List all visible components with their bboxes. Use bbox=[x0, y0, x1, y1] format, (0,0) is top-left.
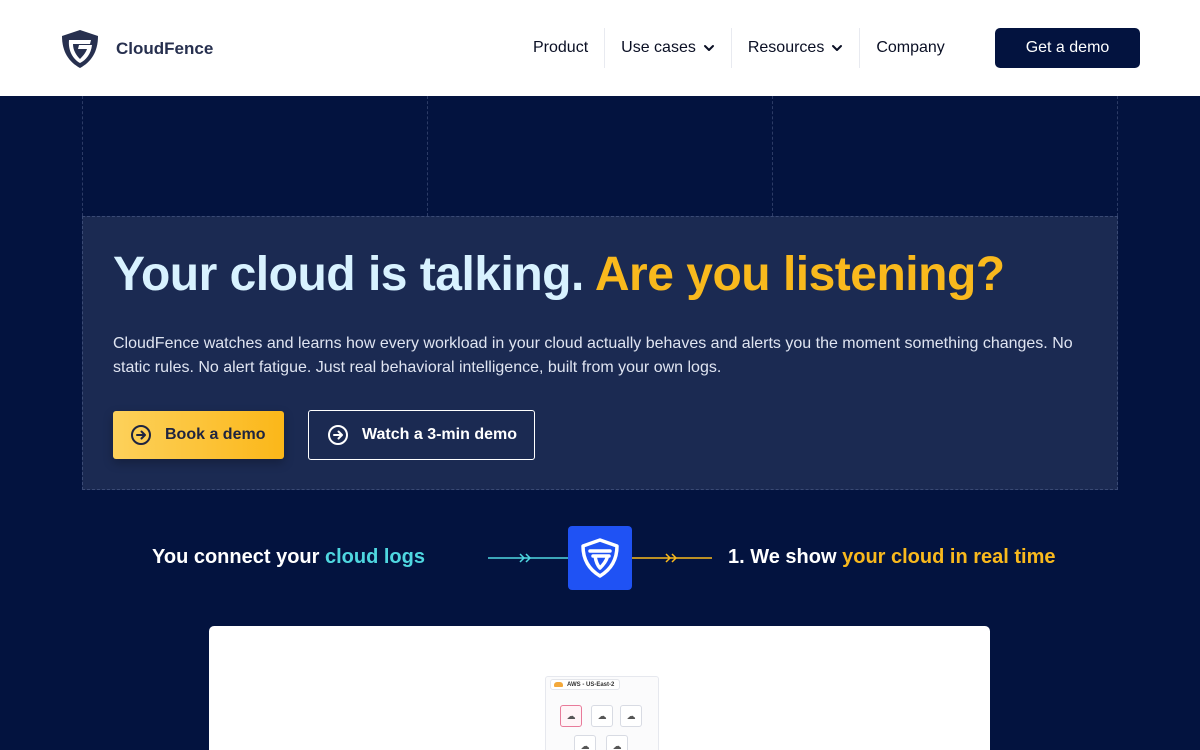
grid-line bbox=[1117, 96, 1118, 216]
flow-step-show: 1. We show your cloud in real time bbox=[728, 546, 1056, 569]
get-a-demo-button[interactable]: Get a demo bbox=[995, 28, 1140, 68]
arrow-circle-icon bbox=[328, 425, 348, 445]
chevron-down-icon bbox=[703, 45, 714, 51]
nav-item-use-cases[interactable]: Use cases bbox=[605, 28, 732, 68]
nav-item-company[interactable]: Company bbox=[860, 28, 960, 68]
cloudfence-badge bbox=[568, 526, 632, 590]
button-label: Book a demo bbox=[165, 426, 266, 443]
region-tag: AWS - US-East-2 bbox=[550, 679, 621, 690]
nav-item-label: Use cases bbox=[621, 39, 696, 56]
watch-demo-button[interactable]: Watch a 3-min demo bbox=[308, 410, 535, 460]
grid-line bbox=[772, 96, 773, 216]
workload-node: ☁ bbox=[606, 735, 628, 750]
site-header: CloudFence Product Use cases Resources C… bbox=[0, 0, 1200, 96]
book-a-demo-button[interactable]: Book a demo bbox=[113, 411, 284, 459]
workload-node: ☁ bbox=[574, 735, 596, 750]
hero-subtext: CloudFence watches and learns how every … bbox=[113, 335, 1073, 376]
nav-item-label: Product bbox=[533, 39, 589, 56]
headline-part-2: Are you listening? bbox=[594, 248, 1005, 301]
button-label: Watch a 3-min demo bbox=[362, 426, 517, 443]
nav-item-label: Resources bbox=[747, 39, 825, 56]
headline-part-1: Your cloud is talking. bbox=[113, 248, 584, 301]
flow-right-highlight: your cloud in real time bbox=[842, 546, 1056, 568]
cloudfence-shield-icon bbox=[62, 30, 98, 68]
nav-item-label: Company bbox=[876, 39, 945, 56]
nav-item-resources[interactable]: Resources bbox=[732, 28, 861, 68]
region-label: AWS - US-East-2 bbox=[567, 682, 615, 688]
grid-line bbox=[82, 96, 83, 216]
workload-node: ☁ bbox=[591, 705, 613, 727]
hero-panel: Your cloud is talking. Are you listening… bbox=[82, 216, 1118, 490]
cloudfence-shield-icon bbox=[581, 538, 619, 578]
main-nav: Product Use cases Resources Company bbox=[517, 28, 961, 68]
flow-right-text: 1. We show bbox=[728, 546, 843, 568]
workload-node: ☁ bbox=[620, 705, 642, 727]
arrow-circle-icon bbox=[131, 425, 151, 445]
flow-step-connect: You connect your cloud logs bbox=[152, 546, 425, 569]
connector-arrow-icon bbox=[488, 553, 568, 563]
cloud-map-preview: AWS - US-East-2 ☁ ☁ ☁ ☁ ☁ bbox=[545, 676, 659, 750]
grid-line bbox=[427, 96, 428, 216]
flow-left-text: You connect your bbox=[152, 546, 325, 568]
brand-name: CloudFence bbox=[116, 39, 214, 58]
workload-node-alert: ☁ bbox=[560, 705, 582, 727]
hero-headline: Your cloud is talking. Are you listening… bbox=[113, 247, 1005, 302]
nav-item-product[interactable]: Product bbox=[517, 28, 606, 68]
product-preview-card: AWS - US-East-2 ☁ ☁ ☁ ☁ ☁ bbox=[209, 626, 990, 750]
aws-icon bbox=[554, 682, 563, 687]
flow-left-highlight: cloud logs bbox=[324, 546, 425, 568]
chevron-down-icon bbox=[832, 45, 843, 51]
brand-logo[interactable]: CloudFence bbox=[59, 28, 213, 70]
connector-arrow-icon bbox=[632, 553, 712, 563]
